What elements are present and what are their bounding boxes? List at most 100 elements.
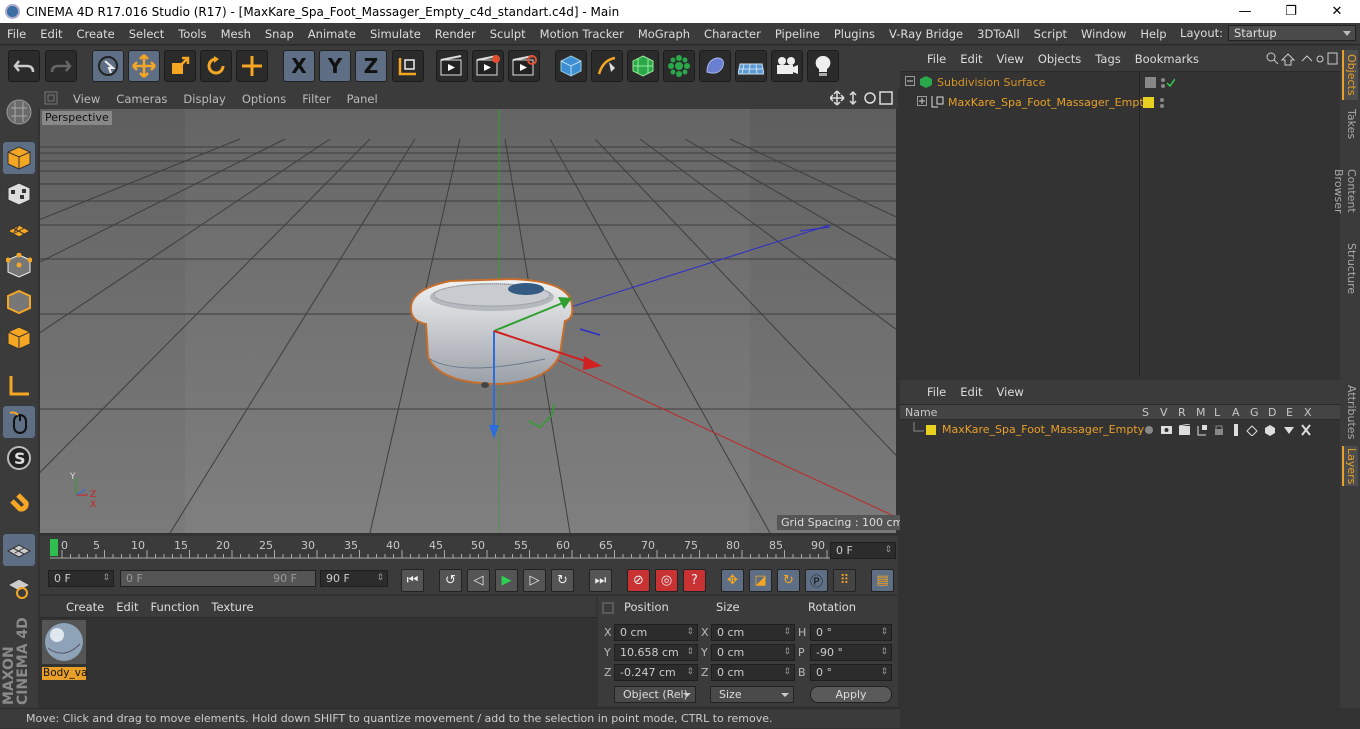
coordinate-system-icon[interactable]	[392, 50, 424, 82]
render-view-icon[interactable]	[436, 50, 468, 82]
polygons-mode-icon[interactable]	[3, 322, 35, 354]
size-mode-dropdown[interactable]: Size	[710, 686, 794, 703]
layers-menu-file[interactable]: File	[920, 385, 953, 399]
redo-icon[interactable]	[45, 50, 77, 82]
menu-render[interactable]: Render	[428, 27, 483, 41]
menu-mesh[interactable]: Mesh	[214, 27, 258, 41]
visibility-dots-icon[interactable]	[1145, 77, 1176, 92]
tab-objects[interactable]: Objects	[1342, 50, 1358, 100]
render-settings-icon[interactable]	[508, 50, 540, 82]
menu-pipeline[interactable]: Pipeline	[768, 27, 827, 41]
coordinate-mode-dropdown[interactable]: Object (Rel)	[614, 686, 696, 703]
tab-attributes[interactable]: Attributes	[1342, 384, 1358, 440]
end-frame-field[interactable]: 90 F	[320, 570, 388, 587]
layer-flags-icons[interactable]	[1144, 423, 1314, 439]
frame-range-slider[interactable]: 0 F 90 F	[120, 570, 316, 587]
tab-layers[interactable]: Layers	[1342, 446, 1358, 486]
menu-animate[interactable]: Animate	[301, 27, 363, 41]
cube-primitive-icon[interactable]	[555, 50, 587, 82]
menu-create[interactable]: Create	[70, 27, 122, 41]
layers-menu-edit[interactable]: Edit	[953, 385, 989, 399]
menu-motion-tracker[interactable]: Motion Tracker	[533, 27, 631, 41]
timeline-ruler[interactable]: 0 5 10 15 20 25 30 35 40 45 50 55 60 65 …	[40, 536, 898, 566]
objects-menu-edit[interactable]: Edit	[953, 52, 989, 66]
tab-takes[interactable]: Takes	[1342, 104, 1358, 144]
live-selection-icon[interactable]	[92, 50, 124, 82]
3d-viewport[interactable]: Y Z X	[40, 109, 896, 533]
menu-select[interactable]: Select	[122, 27, 171, 41]
position-x-field[interactable]: 0 cm	[614, 624, 698, 641]
texture-mode-icon[interactable]	[3, 178, 35, 210]
object-row-massager[interactable]: MaxKare_Spa_Foot_Massager_Empty	[900, 94, 1340, 112]
minimize-button[interactable]: —	[1222, 4, 1268, 19]
close-button[interactable]: ✕	[1314, 4, 1360, 19]
go-to-end-icon[interactable]: ⏭	[589, 569, 612, 592]
menu-script[interactable]: Script	[1027, 27, 1074, 41]
menu-vray-bridge[interactable]: V-Ray Bridge	[882, 27, 970, 41]
objects-menu-view[interactable]: View	[990, 52, 1031, 66]
viewport-menu-cameras[interactable]: Cameras	[108, 92, 175, 106]
viewport-menu-display[interactable]: Display	[175, 92, 233, 106]
scale-tool-icon[interactable]	[164, 50, 196, 82]
next-key-icon[interactable]: ↻	[551, 569, 574, 592]
tweak-mode-icon[interactable]	[3, 406, 35, 438]
x-axis-lock-button[interactable]: X	[283, 50, 315, 82]
position-z-field[interactable]: -0.247 cm	[614, 664, 698, 681]
rotate-tool-icon[interactable]	[200, 50, 232, 82]
menu-plugins[interactable]: Plugins	[827, 27, 882, 41]
viewport-menu-options[interactable]: Options	[234, 92, 294, 106]
workplane-rotate-icon[interactable]	[3, 570, 35, 602]
menu-snap[interactable]: Snap	[258, 27, 301, 41]
next-frame-icon[interactable]: ▷	[523, 569, 546, 592]
current-frame-field[interactable]: 0 F	[830, 542, 896, 559]
model-mode-icon[interactable]	[3, 142, 35, 174]
viewport-drag-handle[interactable]	[44, 91, 58, 108]
y-axis-lock-button[interactable]: Y	[319, 50, 351, 82]
layout-dropdown[interactable]: Startup	[1228, 25, 1356, 41]
cloner-icon[interactable]	[663, 50, 695, 82]
objects-menu-bookmarks[interactable]: Bookmarks	[1128, 52, 1206, 66]
menu-simulate[interactable]: Simulate	[363, 27, 428, 41]
solo-mode-icon[interactable]: S	[3, 442, 35, 474]
menu-3dtoall[interactable]: 3DToAll	[970, 27, 1027, 41]
record-rotation-icon[interactable]: ↻	[777, 569, 800, 592]
light-icon[interactable]	[807, 50, 839, 82]
camera-icon[interactable]	[771, 50, 803, 82]
undo-icon[interactable]	[8, 50, 40, 82]
viewport-menu-filter[interactable]: Filter	[294, 92, 338, 106]
position-y-field[interactable]: 10.658 cm	[614, 644, 698, 661]
rotation-p-field[interactable]: -90 °	[810, 644, 892, 661]
objects-menu-tags[interactable]: Tags	[1088, 52, 1127, 66]
workplane-lock-icon[interactable]	[3, 534, 35, 566]
menu-edit[interactable]: Edit	[33, 27, 69, 41]
transform-tool-icon[interactable]	[236, 50, 268, 82]
menu-file[interactable]: File	[0, 27, 33, 41]
layer-color-icon[interactable]	[1143, 97, 1167, 112]
objects-menu-file[interactable]: File	[920, 52, 953, 66]
material-menu-texture[interactable]: Texture	[205, 600, 259, 614]
previous-frame-icon[interactable]: ◁	[467, 569, 490, 592]
tab-structure[interactable]: Structure	[1342, 242, 1358, 296]
apply-button[interactable]: Apply	[810, 686, 892, 703]
snap-magnet-icon[interactable]	[3, 488, 35, 520]
deformer-icon[interactable]	[699, 50, 731, 82]
make-editable-icon[interactable]	[3, 96, 35, 128]
record-parameter-icon[interactable]: Ⓟ	[805, 569, 828, 592]
tab-content-browser[interactable]: Content Browser	[1332, 146, 1358, 236]
subdivision-surface-icon[interactable]	[627, 50, 659, 82]
record-scale-icon[interactable]: ◪	[749, 569, 772, 592]
edges-mode-icon[interactable]	[3, 286, 35, 318]
layer-row[interactable]: MaxKare_Spa_Foot_Massager_Empty	[900, 422, 1340, 440]
size-y-field[interactable]: 0 cm	[711, 644, 795, 661]
expand-icon[interactable]	[917, 96, 927, 109]
coordinates-drag-handle[interactable]	[602, 602, 614, 617]
material-swatch[interactable]: Body_va	[42, 620, 87, 680]
expand-icon[interactable]	[905, 76, 915, 89]
start-frame-field[interactable]: 0 F	[48, 570, 114, 587]
layer-color-icon[interactable]	[926, 425, 936, 435]
size-x-field[interactable]: 0 cm	[711, 624, 795, 641]
play-forward-icon[interactable]: ▶	[495, 569, 518, 592]
go-to-start-icon[interactable]: ⏮	[401, 569, 424, 592]
points-mode-icon[interactable]	[3, 250, 35, 282]
menu-help[interactable]: Help	[1133, 27, 1173, 41]
